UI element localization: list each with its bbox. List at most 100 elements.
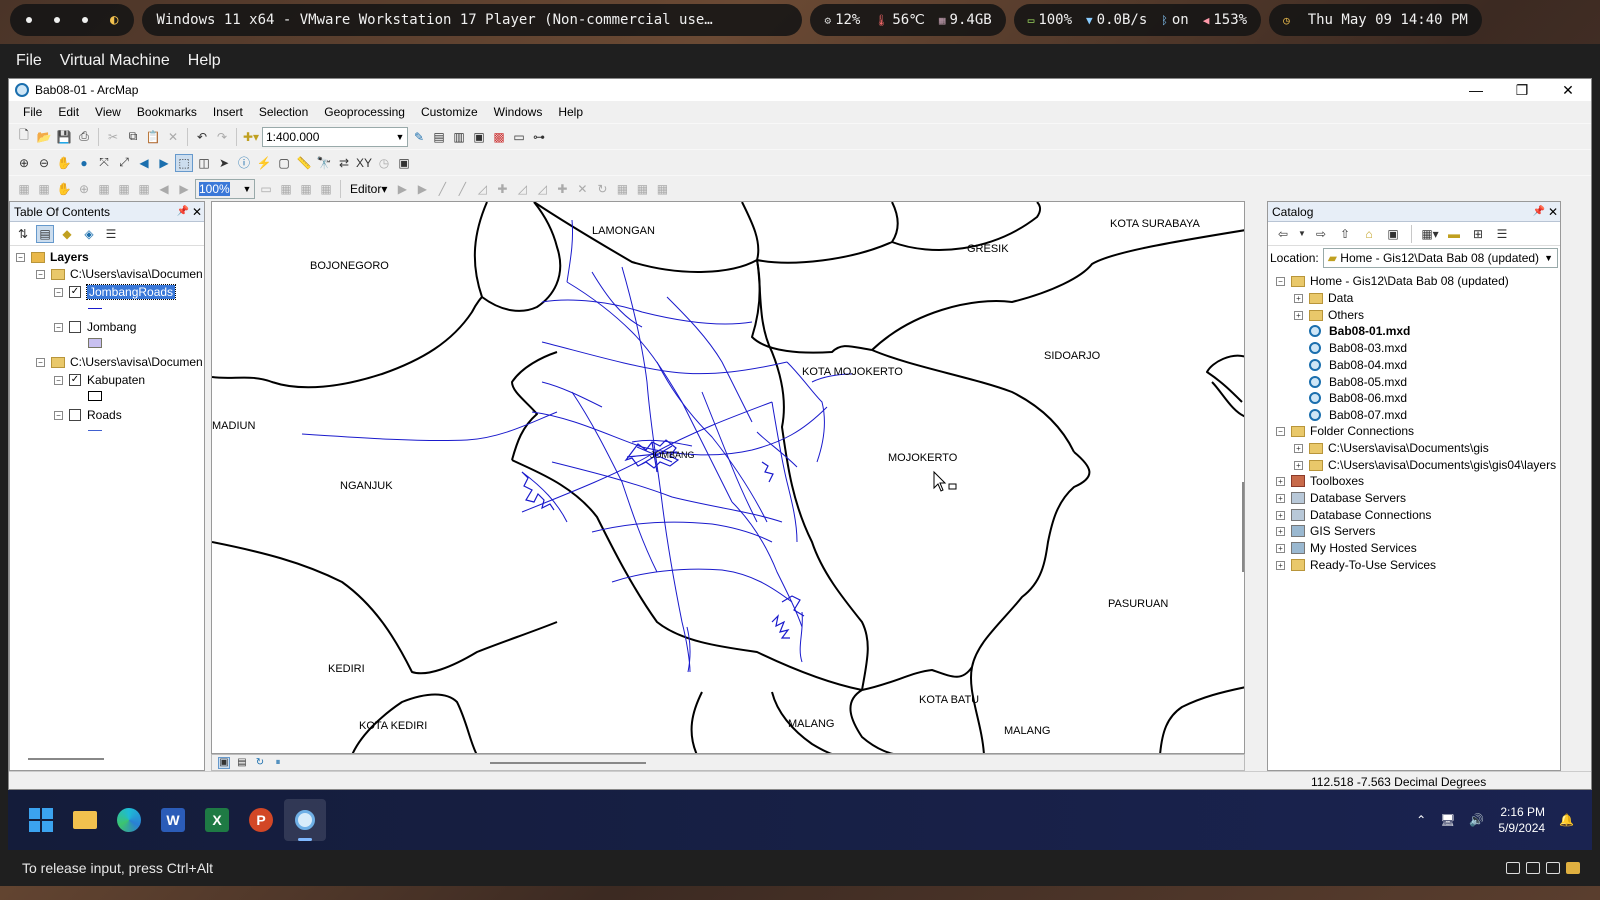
layout-back-icon[interactable]: ◀ <box>155 180 173 198</box>
layout-tool-icon[interactable]: ▦ <box>135 180 153 198</box>
list-by-selection-icon[interactable]: ◈ <box>80 225 98 243</box>
editor-menu[interactable]: Editor▾ <box>346 182 391 196</box>
catalog-window-icon[interactable]: ▥ <box>450 128 468 146</box>
cd-icon[interactable] <box>1526 862 1540 874</box>
change-layout-icon[interactable]: ▦ <box>297 180 315 198</box>
collapse-icon[interactable]: − <box>1276 426 1285 436</box>
catalog-database-connections[interactable]: + Database Connections <box>1276 508 1431 522</box>
menu-insert[interactable]: Insert <box>205 105 251 119</box>
back-icon[interactable]: ⇦ <box>1274 225 1292 243</box>
collapse-icon[interactable]: − <box>54 375 63 385</box>
layout-tool-icon[interactable]: ▦ <box>95 180 113 198</box>
list-by-visibility-icon[interactable]: ◆ <box>58 225 76 243</box>
data-driven-icon[interactable]: ▦ <box>317 180 335 198</box>
toc-group-2[interactable]: − C:\Users\avisa\Documen <box>36 355 203 369</box>
horizontal-scrollbar[interactable] <box>28 758 104 760</box>
expand-icon[interactable]: + <box>1294 310 1303 320</box>
search-window-icon[interactable]: ▣ <box>470 128 488 146</box>
menu-geoprocessing[interactable]: Geoprocessing <box>316 105 413 119</box>
layer-name[interactable]: Roads <box>87 408 122 422</box>
cut-icon[interactable]: ✂ <box>104 128 122 146</box>
layer-name[interactable]: JombangRoads <box>85 284 177 300</box>
layer-visibility-checkbox[interactable]: ✓ <box>69 286 81 298</box>
fixed-zoom-out-icon[interactable]: ⤢ <box>115 154 133 172</box>
chevron-up-icon[interactable]: ⌃ <box>1416 813 1426 827</box>
chevron-down-icon[interactable]: ▼ <box>240 184 254 194</box>
layout-forward-icon[interactable]: ▶ <box>175 180 193 198</box>
restore-icon[interactable]: ❐ <box>1499 82 1545 99</box>
chevron-down-icon[interactable]: ▼ <box>1298 225 1306 243</box>
layout-pan-icon[interactable]: ✋ <box>55 180 73 198</box>
expand-icon[interactable]: + <box>1276 476 1285 486</box>
goto-xy-icon[interactable]: XY <box>355 154 373 172</box>
catalog-mxd[interactable]: Bab08-06.mxd <box>1309 391 1407 405</box>
undo-icon[interactable]: ↶ <box>193 128 211 146</box>
usb-icon[interactable] <box>1566 862 1580 874</box>
rotate-icon[interactable]: ↻ <box>593 180 611 198</box>
zoom-out-icon[interactable]: ⊖ <box>35 154 53 172</box>
viewer-icon[interactable]: ▣ <box>395 154 413 172</box>
notification-bell-icon[interactable]: 🔔 <box>1559 813 1574 827</box>
expand-icon[interactable]: + <box>1294 443 1303 453</box>
menu-edit[interactable]: Edit <box>50 105 87 119</box>
vm-menu-virtual-machine[interactable]: Virtual Machine <box>60 52 170 70</box>
toc-layers-root[interactable]: − Layers <box>16 250 89 264</box>
list-by-source-icon[interactable]: ▤ <box>36 224 54 243</box>
collapse-icon[interactable]: − <box>1276 276 1285 286</box>
start-button[interactable] <box>20 799 62 841</box>
toc-layer-roads[interactable]: − Roads <box>54 408 122 422</box>
close-icon[interactable]: ✕ <box>190 205 204 219</box>
forward-icon[interactable]: ⇨ <box>1312 225 1330 243</box>
end-point-arc-icon[interactable]: ╱ <box>453 180 471 198</box>
catalog-mxd[interactable]: Bab08-03.mxd <box>1309 341 1407 355</box>
add-data-icon[interactable]: ✚▾ <box>242 128 260 146</box>
catalog-mxd[interactable]: Bab08-04.mxd <box>1309 358 1407 372</box>
workspace-dot[interactable] <box>26 17 32 23</box>
speaker-icon[interactable]: 🔊 <box>1469 813 1484 827</box>
edit-annotation-icon[interactable]: ▶ <box>413 180 431 198</box>
open-icon[interactable]: 📂 <box>35 128 53 146</box>
map-view[interactable]: LAMONGAN KOTA SURABAYA GRESIK BOJONEGORO… <box>211 201 1245 754</box>
layer-name[interactable]: Kabupaten <box>87 373 145 387</box>
paste-icon[interactable]: 📋 <box>144 128 162 146</box>
layout-tool-icon[interactable]: ▦ <box>35 180 53 198</box>
copy-icon[interactable]: ⧉ <box>124 128 142 146</box>
expand-icon[interactable]: + <box>1276 560 1285 570</box>
home-icon[interactable]: ⌂ <box>1360 225 1378 243</box>
layer-name[interactable]: Jombang <box>87 320 136 334</box>
modelbuilder-icon[interactable]: ⊶ <box>530 128 548 146</box>
pin-icon[interactable]: 📌 <box>176 206 190 217</box>
views-icon[interactable]: ▦▾ <box>1421 225 1439 243</box>
layer-visibility-checkbox[interactable]: ✓ <box>69 374 81 386</box>
collapse-icon[interactable]: − <box>54 287 63 297</box>
identify-icon[interactable]: ⓘ <box>235 154 253 172</box>
horizontal-scrollbar[interactable] <box>490 761 646 764</box>
network-adapter-icon[interactable] <box>1546 862 1560 874</box>
reshape-icon[interactable]: ◿ <box>533 180 551 198</box>
arcmap-taskbar-button[interactable] <box>284 799 326 841</box>
layout-zoom-icon[interactable]: ⊕ <box>75 180 93 198</box>
menu-file[interactable]: File <box>15 105 50 119</box>
back-extent-icon[interactable]: ◀ <box>135 154 153 172</box>
catalog-toolboxes[interactable]: + Toolboxes <box>1276 474 1364 488</box>
menu-help[interactable]: Help <box>550 105 591 119</box>
toc-layer-kabupaten[interactable]: − ✓ Kabupaten <box>54 373 145 387</box>
layout-view-icon[interactable]: ▤ <box>236 757 248 769</box>
expand-icon[interactable]: + <box>1294 460 1303 470</box>
catalog-database-servers[interactable]: + Database Servers <box>1276 491 1406 505</box>
find-route-icon[interactable]: ⇄ <box>335 154 353 172</box>
pan-icon[interactable]: ✋ <box>55 154 73 172</box>
refresh-icon[interactable]: ↻ <box>254 757 266 769</box>
python-window-icon[interactable]: ▭ <box>510 128 528 146</box>
hdd-icon[interactable] <box>1506 862 1520 874</box>
workspace-dot[interactable] <box>82 17 88 23</box>
toc-layer-jombangroads[interactable]: − ✓ JombangRoads <box>54 284 177 300</box>
menu-customize[interactable]: Customize <box>413 105 486 119</box>
full-extent-icon[interactable]: ● <box>75 154 93 172</box>
collapse-icon[interactable]: − <box>54 410 63 420</box>
focus-frame-icon[interactable]: ▦ <box>277 180 295 198</box>
point-icon[interactable]: ✚ <box>493 180 511 198</box>
measure-icon[interactable]: 📏 <box>295 154 313 172</box>
list-by-drawing-order-icon[interactable]: ⇅ <box>14 225 32 243</box>
toc-window-icon[interactable]: ▤ <box>430 128 448 146</box>
